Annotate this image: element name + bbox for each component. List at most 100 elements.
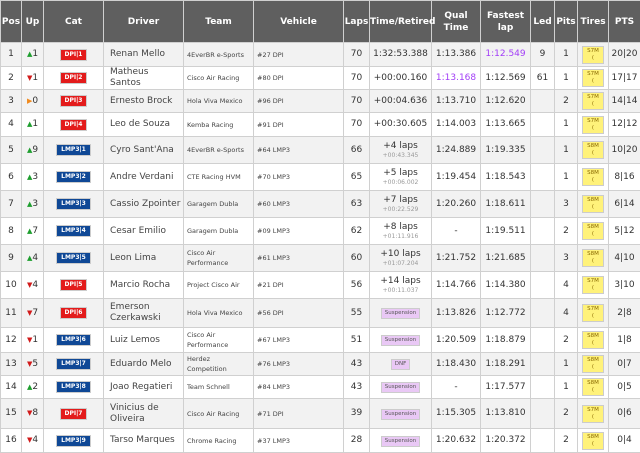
table-row[interactable]: 1▲1DPI|1Renan Mello4EverBR e-Sports#27 D…	[1, 43, 640, 67]
time-cell: +4 laps+00:43.345	[370, 137, 432, 164]
header-pts[interactable]: PTS	[609, 1, 640, 43]
qual-time-cell: 1:14.003	[432, 113, 481, 137]
up-cell: ▼4	[22, 272, 44, 299]
time-cell: +7 laps+00:22.529	[370, 191, 432, 218]
status-badge: DNF	[391, 359, 411, 370]
table-row[interactable]: 10▼4DPI|5Marcio RochaProject Cisco Air#2…	[1, 272, 640, 299]
led-cell	[531, 245, 555, 272]
table-row[interactable]: 15▼8DPI|7Vinicius de OliveiraCisco Air R…	[1, 399, 640, 429]
driver-cell[interactable]: Ernesto Brock	[104, 90, 184, 113]
driver-cell[interactable]: Joao Regatieri	[104, 376, 184, 399]
driver-cell[interactable]: Renan Mello	[104, 43, 184, 67]
header-pits[interactable]: Pits	[555, 1, 578, 43]
table-row[interactable]: 8▲7LMP3|4Cesar EmilioGaragem Dubla#09 LM…	[1, 218, 640, 245]
header-qual-time[interactable]: Qual Time	[432, 1, 481, 43]
vehicle-cell: #56 DPI	[254, 299, 344, 328]
positions-changed: 7	[32, 308, 38, 318]
driver-cell[interactable]: Tarso Marques	[104, 429, 184, 453]
table-row[interactable]: 16▼4LMP3|9Tarso MarquesChrome Racing#37 …	[1, 429, 640, 453]
positions-changed: 7	[32, 226, 38, 236]
laps-cell: 51	[344, 328, 370, 353]
time-gap: +00:22.529	[372, 206, 429, 214]
table-row[interactable]: 9▲4LMP3|5Leon LimaCisco Air Performance#…	[1, 245, 640, 272]
time-cell: DNF	[370, 353, 432, 376]
header-pos[interactable]: Pos	[1, 1, 22, 43]
positions-changed: 9	[32, 145, 38, 155]
header-led[interactable]: Led	[531, 1, 555, 43]
vehicle-cell: #61 LMP3	[254, 245, 344, 272]
vehicle-cell: #70 LMP3	[254, 164, 344, 191]
table-row[interactable]: 6▲3LMP3|2Andre VerdaniCTE Racing HVM#70 …	[1, 164, 640, 191]
tire-badge: S8M(	[582, 378, 604, 396]
table-row[interactable]: 12▼1LMP3|6Luiz LemosCisco Air Performanc…	[1, 328, 640, 353]
pts-cell: 0|6	[609, 399, 640, 429]
table-row[interactable]: 13▼5LMP3|7Eduardo MeloHerdez Competition…	[1, 353, 640, 376]
pos-cell: 7	[1, 191, 22, 218]
cat-cell: LMP3|9	[44, 429, 104, 453]
driver-cell[interactable]: Leon Lima	[104, 245, 184, 272]
driver-cell[interactable]: Cesar Emilio	[104, 218, 184, 245]
header-fastest-lap[interactable]: Fastest lap	[481, 1, 531, 43]
driver-cell[interactable]: Matheus Santos	[104, 67, 184, 90]
table-row[interactable]: 3▶0DPI|3Ernesto BrockHola Viva Mexico#96…	[1, 90, 640, 113]
driver-cell[interactable]: Cyro Sant'Ana	[104, 137, 184, 164]
header-team[interactable]: Team	[184, 1, 254, 43]
header-laps[interactable]: Laps	[344, 1, 370, 43]
positions-changed: 3	[32, 199, 38, 209]
header-tires[interactable]: Tires	[578, 1, 609, 43]
table-row[interactable]: 11▼7DPI|6Emerson CzerkawskiHola Viva Mex…	[1, 299, 640, 328]
up-cell: ▼1	[22, 67, 44, 90]
driver-cell[interactable]: Emerson Czerkawski	[104, 299, 184, 328]
team-cell: Herdez Competition	[184, 353, 254, 376]
tire-badge: S8M(	[582, 141, 604, 159]
header-cat[interactable]: Cat	[44, 1, 104, 43]
header-time-retired[interactable]: Time/Retired	[370, 1, 432, 43]
driver-cell[interactable]: Leo de Souza	[104, 113, 184, 137]
tires-cell: S8M(	[578, 164, 609, 191]
tire-compound: S8M	[583, 434, 603, 441]
team-cell: Garagem Dubla	[184, 218, 254, 245]
cat-cell: LMP3|8	[44, 376, 104, 399]
category-badge: DPI|4	[60, 119, 88, 131]
up-cell: ▼7	[22, 299, 44, 328]
team-cell: Cisco Air Racing	[184, 67, 254, 90]
driver-cell[interactable]: Luiz Lemos	[104, 328, 184, 353]
time-value: +5 laps	[383, 168, 418, 178]
driver-cell[interactable]: Marcio Rocha	[104, 272, 184, 299]
header-driver[interactable]: Driver	[104, 1, 184, 43]
tire-compound: S8M	[583, 224, 603, 231]
tire-badge: S8M(	[582, 432, 604, 450]
driver-cell[interactable]: Cassio Zpointer	[104, 191, 184, 218]
team-cell: Cisco Air Performance	[184, 328, 254, 353]
driver-cell[interactable]: Eduardo Melo	[104, 353, 184, 376]
laps-cell: 55	[344, 299, 370, 328]
pts-cell: 0|4	[609, 429, 640, 453]
driver-cell[interactable]: Andre Verdani	[104, 164, 184, 191]
table-row[interactable]: 7▲3LMP3|3Cassio ZpointerGaragem Dubla#60…	[1, 191, 640, 218]
led-cell	[531, 137, 555, 164]
table-row[interactable]: 4▲1DPI|4Leo de SouzaKemba Racing#91 DPI7…	[1, 113, 640, 137]
table-row[interactable]: 2▼1DPI|2Matheus SantosCisco Air Racing#8…	[1, 67, 640, 90]
table-row[interactable]: 5▲9LMP3|1Cyro Sant'Ana4EverBR e-Sports#6…	[1, 137, 640, 164]
tire-compound: S8M	[583, 357, 603, 364]
time-value: +10 laps	[380, 249, 420, 259]
category-badge: DPI|2	[60, 72, 88, 84]
pts-cell: 20|20	[609, 43, 640, 67]
table-row[interactable]: 14▲2LMP3|8Joao RegatieriTeam Schnell#84 …	[1, 376, 640, 399]
tire-compound: S7M	[583, 306, 603, 313]
tire-badge: S8M(	[582, 168, 604, 186]
pits-cell: 3	[555, 191, 578, 218]
header-vehicle[interactable]: Vehicle	[254, 1, 344, 43]
led-cell	[531, 191, 555, 218]
tire-sub: (	[583, 177, 603, 184]
time-cell: Suspension	[370, 328, 432, 353]
qual-time-cell: 1:13.168	[432, 67, 481, 90]
pos-cell: 13	[1, 353, 22, 376]
status-badge: Suspension	[381, 436, 420, 447]
driver-cell[interactable]: Vinicius de Oliveira	[104, 399, 184, 429]
pos-cell: 9	[1, 245, 22, 272]
up-cell: ▲4	[22, 245, 44, 272]
time-value: +8 laps	[383, 222, 418, 232]
header-up[interactable]: Up	[22, 1, 44, 43]
pts-cell: 2|8	[609, 299, 640, 328]
